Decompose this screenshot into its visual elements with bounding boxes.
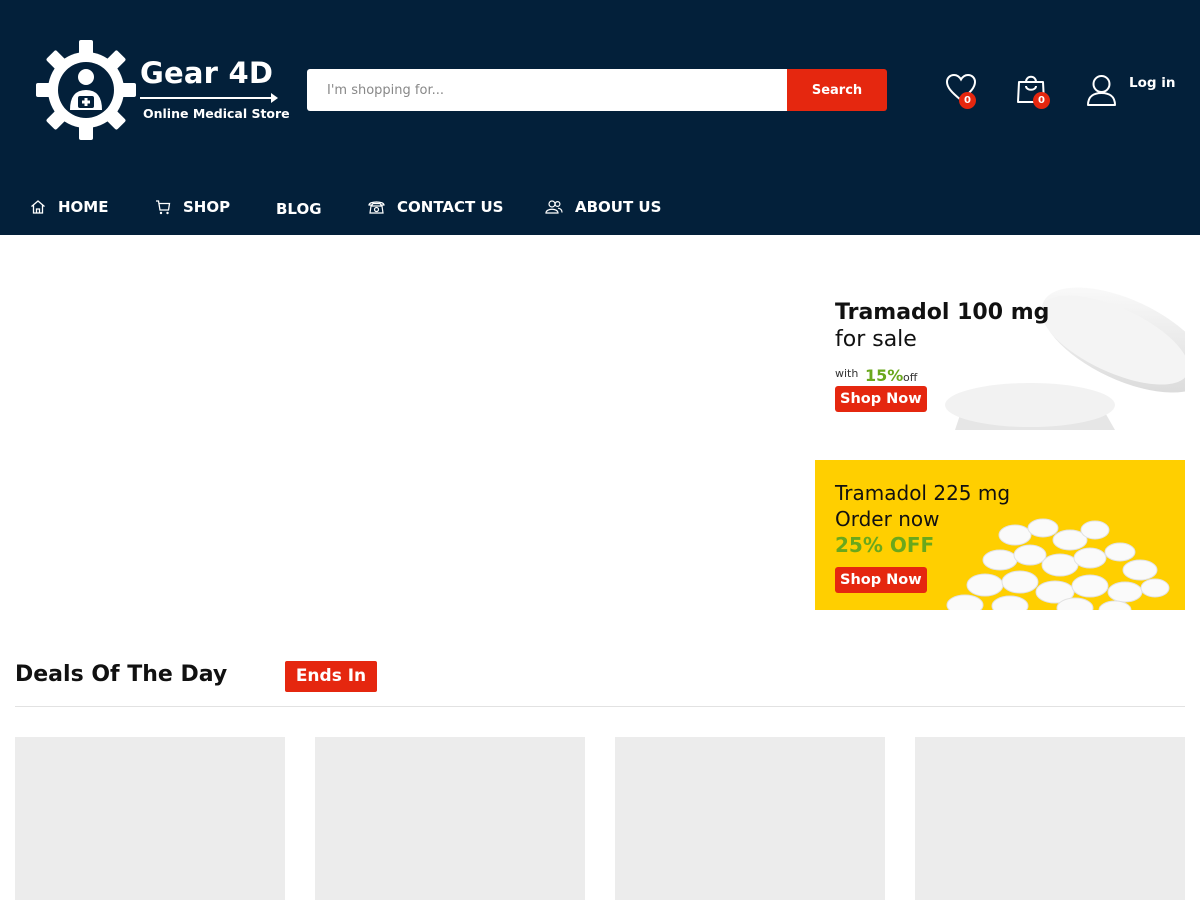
nav-item-label: BLOG: [276, 200, 322, 218]
section-divider: [15, 706, 1185, 707]
nav-item-contact-us[interactable]: CONTACT US: [368, 190, 503, 224]
shop-now-button[interactable]: Shop Now: [835, 386, 927, 412]
user-icon[interactable]: [1086, 74, 1117, 106]
wishlist-count-badge: 0: [959, 92, 976, 109]
brand-arrow-icon: [140, 93, 278, 103]
users-icon: [545, 200, 563, 214]
deal-card[interactable]: [615, 737, 885, 900]
deal-card[interactable]: [15, 737, 285, 900]
cart-button[interactable]: 0: [1015, 72, 1051, 110]
ends-in-badge: Ends In: [285, 661, 377, 692]
brand-logo[interactable]: Gear 4D Online Medical Store: [36, 40, 290, 140]
banner-title: Tramadol 100 mg: [835, 300, 1050, 325]
search-input[interactable]: [307, 69, 787, 111]
shop-now-button[interactable]: Shop Now: [835, 567, 927, 593]
banner-with-text: with: [835, 367, 859, 380]
banner-discount: 15%: [865, 366, 904, 385]
banner-subtitle: Order now: [835, 507, 940, 531]
brand-tagline: Online Medical Store: [143, 106, 290, 121]
banner-off-text: off: [903, 371, 918, 384]
home-icon: [31, 200, 45, 214]
nav-item-label: ABOUT US: [575, 198, 662, 216]
nav-item-home[interactable]: HOME: [30, 190, 108, 224]
banner-discount: 25% OFF: [835, 533, 935, 557]
promo-banner-tramadol-225[interactable]: Tramadol 225 mg Order now 25% OFF Shop N…: [815, 460, 1185, 610]
nav-item-shop[interactable]: SHOP: [155, 190, 230, 224]
wishlist-button[interactable]: 0: [945, 73, 979, 109]
phone-icon: [368, 201, 385, 214]
banner-subtitle: for sale: [835, 327, 917, 352]
nav-item-about-us[interactable]: ABOUT US: [545, 190, 661, 224]
cart-count-badge: 0: [1033, 92, 1050, 109]
deal-card[interactable]: [915, 737, 1185, 900]
deals-title: Deals Of The Day: [15, 662, 228, 687]
search-bar: Search: [307, 69, 887, 111]
promo-banner-tramadol-100[interactable]: Tramadol 100 mg for sale with 15% off Sh…: [815, 280, 1185, 430]
nav-item-label: SHOP: [183, 198, 231, 216]
login-link[interactable]: Log in: [1129, 75, 1175, 91]
brand-name: Gear 4D: [140, 56, 274, 90]
banner-title: Tramadol 225 mg: [835, 481, 1011, 505]
search-button[interactable]: Search: [787, 69, 887, 111]
nav-item-label: HOME: [58, 198, 109, 216]
deal-card[interactable]: [315, 737, 585, 900]
site-header: Gear 4D Online Medical Store Search 0 0 …: [0, 0, 1200, 235]
nav-item-blog[interactable]: BLOG: [276, 192, 322, 226]
nav-item-label: CONTACT US: [397, 198, 504, 216]
cart-icon: [156, 200, 171, 215]
gear-logo-icon: [36, 40, 136, 140]
